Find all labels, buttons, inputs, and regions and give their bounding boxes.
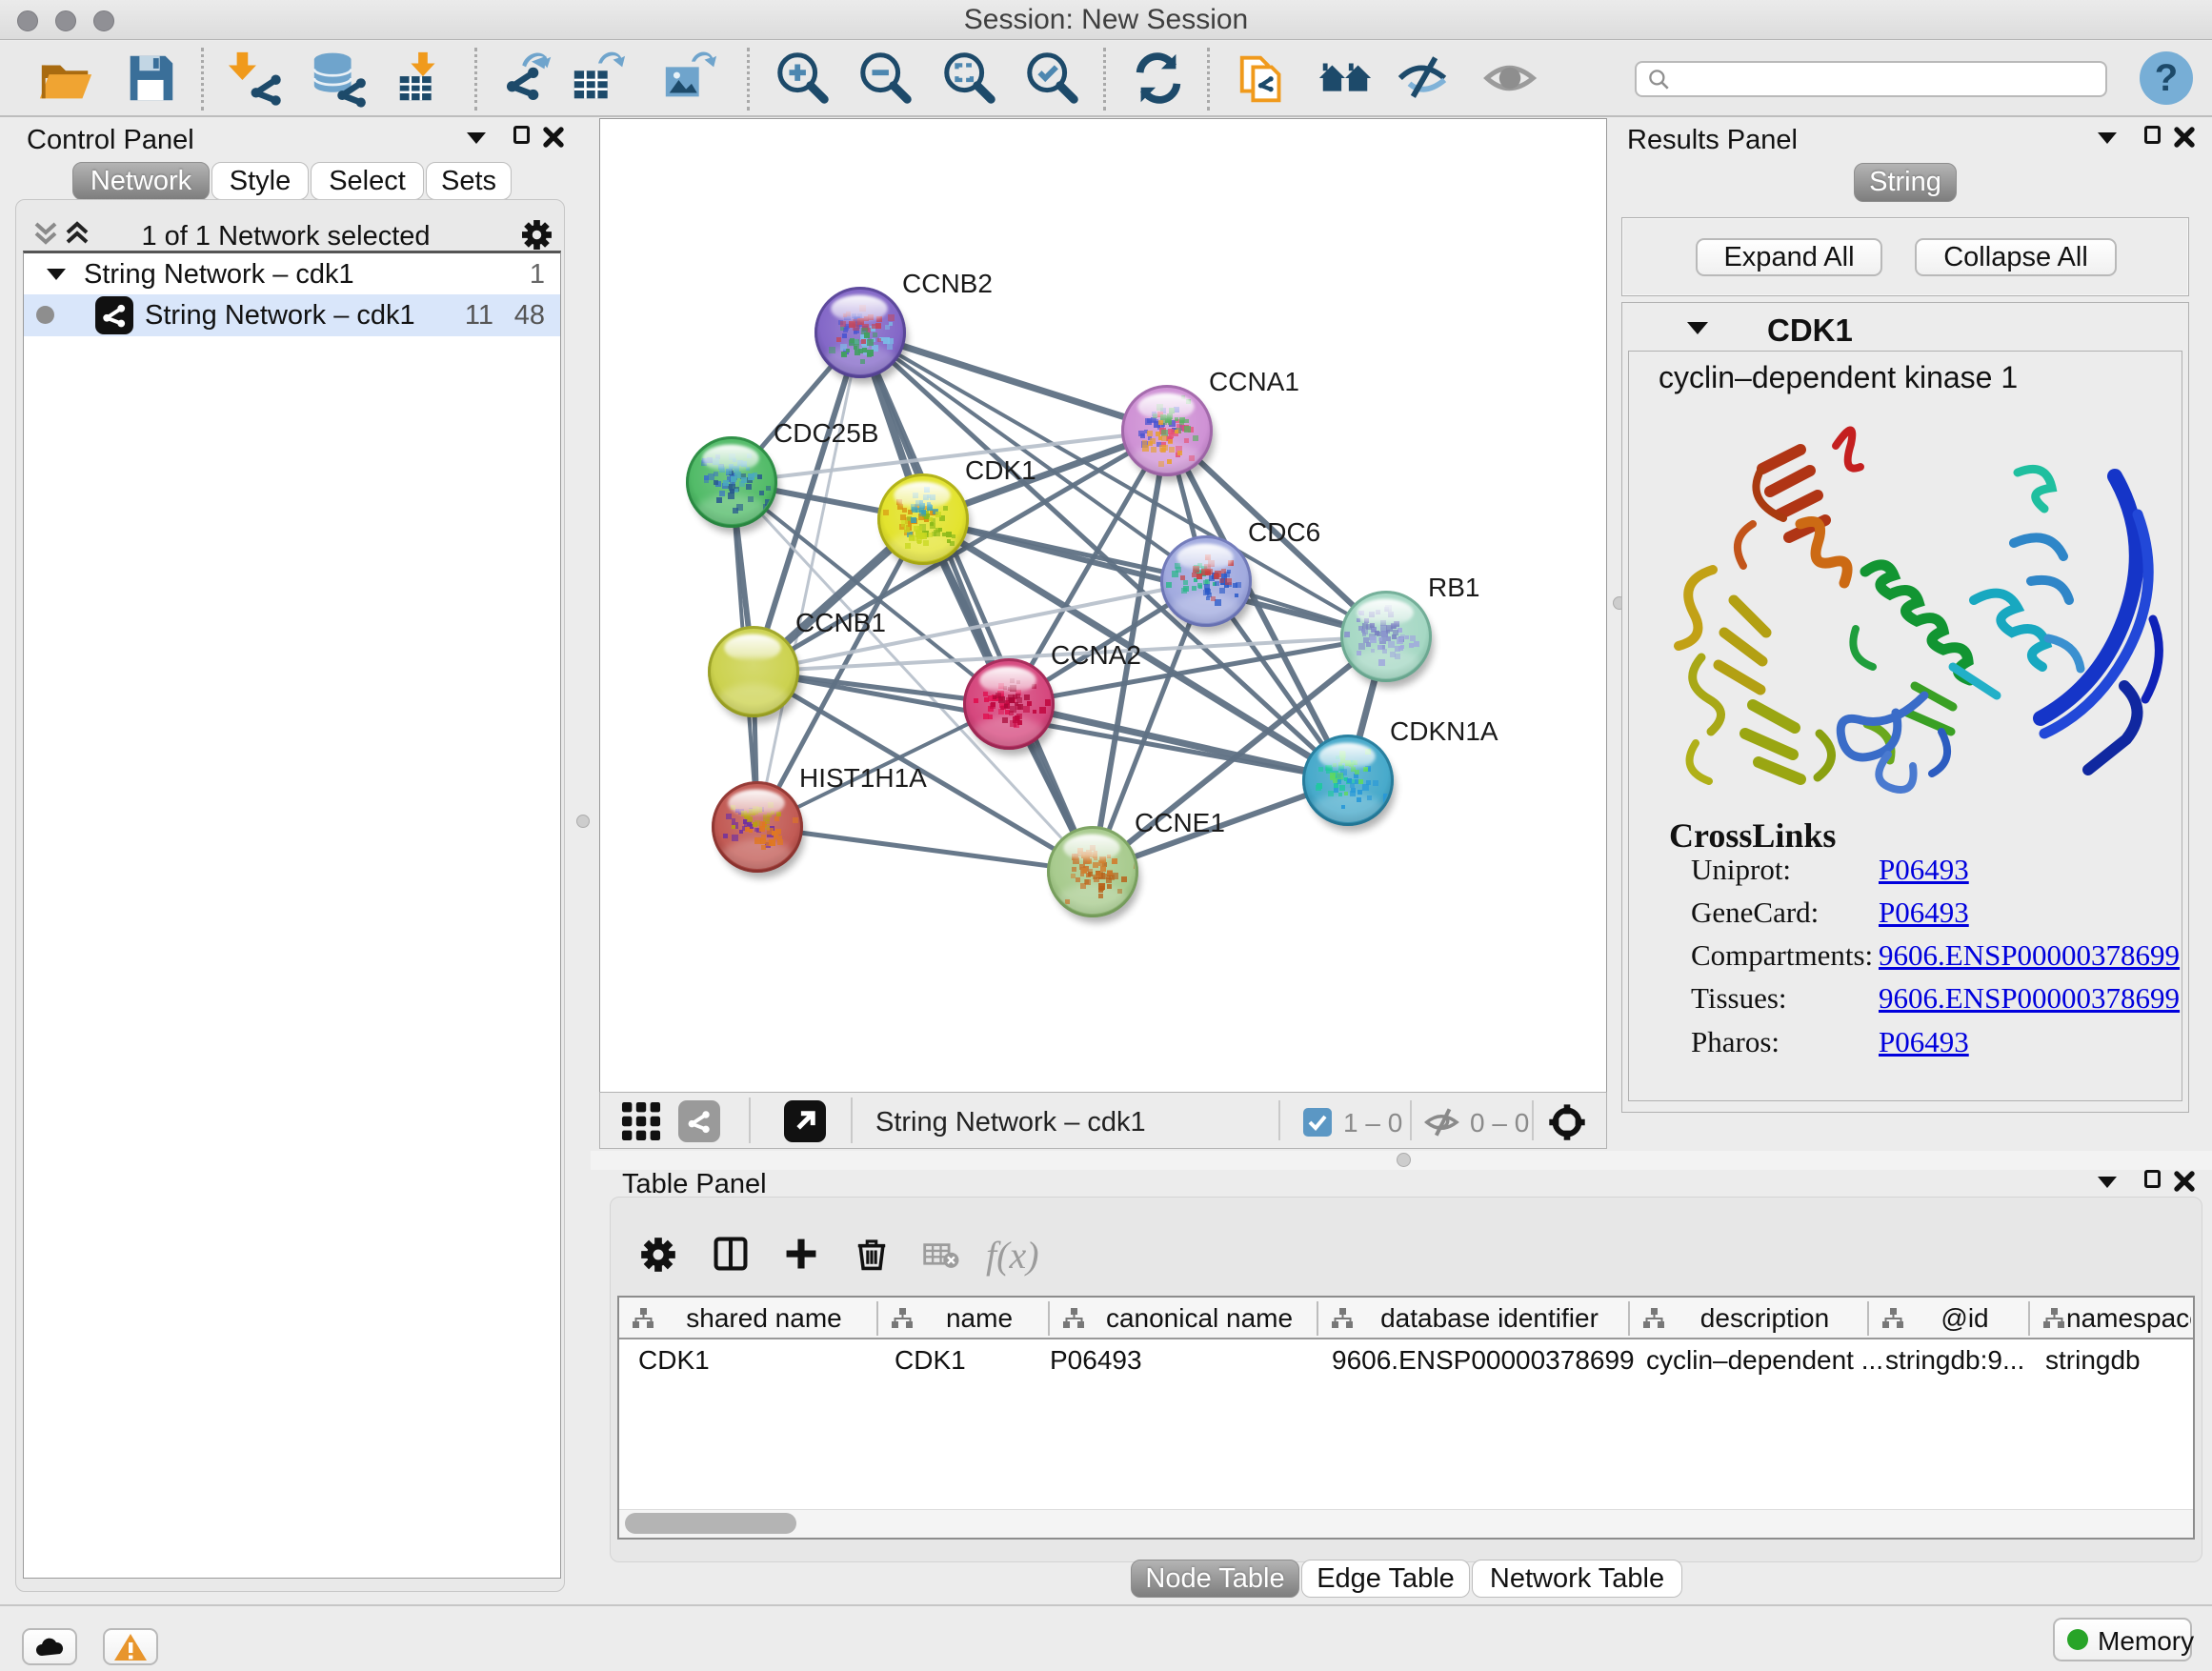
svg-text:CCNE1: CCNE1 (1135, 808, 1225, 837)
svg-text:RB1: RB1 (1428, 573, 1479, 602)
svg-text:CCNB2: CCNB2 (902, 269, 993, 298)
svg-text:CCNA2: CCNA2 (1051, 640, 1141, 670)
svg-text:CDC6: CDC6 (1248, 517, 1320, 547)
svg-text:CDKN1A: CDKN1A (1390, 716, 1498, 746)
svg-text:CDK1: CDK1 (965, 455, 1036, 485)
svg-text:CCNB1: CCNB1 (795, 608, 886, 637)
svg-text:HIST1H1A: HIST1H1A (799, 763, 927, 793)
svg-text:CCNA1: CCNA1 (1209, 367, 1299, 396)
svg-text:CDC25B: CDC25B (774, 418, 878, 448)
